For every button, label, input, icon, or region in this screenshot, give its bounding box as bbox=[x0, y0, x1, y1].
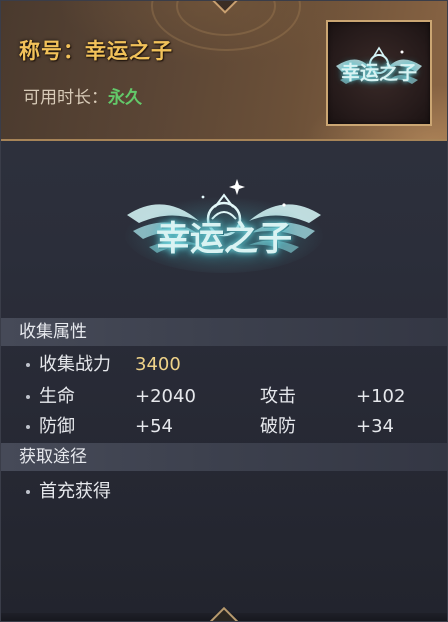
title-emblem: 幸运之子 bbox=[119, 171, 329, 281]
title-icon-frame: 幸运之子 bbox=[326, 20, 432, 126]
attribute-label-defense: 防御 bbox=[39, 416, 75, 437]
attribute-row: 防御 +54 破防 +34 bbox=[1, 412, 447, 442]
attribute-value-armor-break: +34 bbox=[356, 416, 394, 437]
attribute-label-hp: 生命 bbox=[39, 386, 75, 407]
section-header-source: 获取途径 bbox=[1, 443, 447, 471]
title-icon-text: 幸运之子 bbox=[340, 62, 417, 84]
bullet-dot bbox=[26, 425, 30, 429]
attribute-row-power: 收集战力 3400 bbox=[1, 350, 447, 380]
bullet-dot bbox=[26, 490, 30, 494]
bullet-dot bbox=[26, 363, 30, 367]
bullet-dot bbox=[26, 395, 30, 399]
title-header: 称号：幸运之子 可用时长：永久 幸运之子 bbox=[1, 1, 447, 141]
title-tooltip-panel: 称号：幸运之子 可用时长：永久 幸运之子 幸运之子 收集属性 收集战力 3400… bbox=[0, 0, 448, 622]
duration-label: 可用时长： bbox=[23, 88, 108, 108]
attribute-value-hp: +2040 bbox=[135, 386, 196, 407]
emblem-text: 幸运之子 bbox=[156, 219, 292, 259]
duration-value: 永久 bbox=[108, 88, 142, 108]
attribute-label-armor-break: 破防 bbox=[260, 416, 296, 437]
source-item: 首充获得 bbox=[1, 477, 447, 507]
title-name: 称号：幸运之子 bbox=[19, 35, 173, 65]
source-item-label: 首充获得 bbox=[39, 481, 111, 502]
title-label: 称号： bbox=[19, 38, 85, 63]
attribute-label-attack: 攻击 bbox=[260, 386, 296, 407]
collect-power-value: 3400 bbox=[135, 354, 181, 375]
section-header-attributes: 收集属性 bbox=[1, 318, 447, 346]
collect-power-label: 收集战力 bbox=[39, 354, 111, 375]
attribute-value-attack: +102 bbox=[356, 386, 406, 407]
attribute-row: 生命 +2040 攻击 +102 bbox=[1, 382, 447, 412]
duration-line: 可用时长：永久 bbox=[23, 83, 142, 108]
attribute-value-defense: +54 bbox=[135, 416, 173, 437]
title-value: 幸运之子 bbox=[85, 38, 173, 63]
